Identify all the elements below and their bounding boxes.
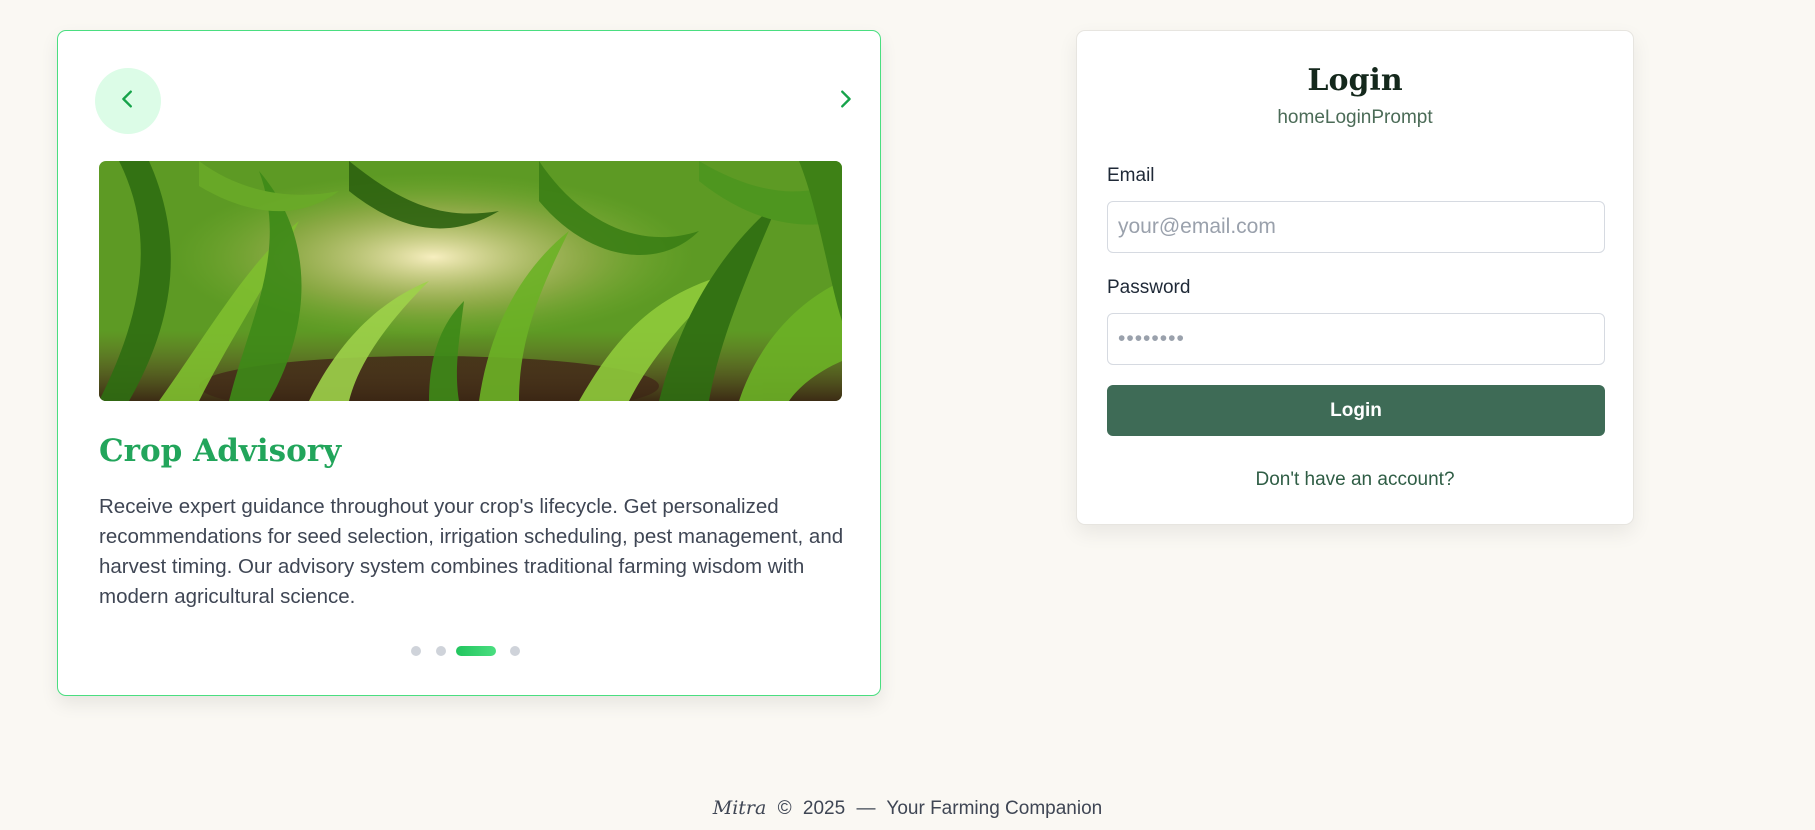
login-submit-button[interactable]: Login — [1107, 385, 1605, 436]
carousel-pagination — [411, 646, 520, 656]
chevron-right-icon — [834, 88, 856, 114]
footer: Mitra © 2025 — Your Farming Companion — [0, 797, 1815, 820]
footer-copyright-symbol: © — [777, 798, 792, 819]
carousel-prev-button[interactable] — [95, 68, 161, 134]
carousel-dot-1[interactable] — [411, 646, 421, 656]
password-label: Password — [1107, 277, 1191, 298]
carousel-dot-2[interactable] — [436, 646, 446, 656]
slide-title: Crop Advisory — [99, 433, 342, 469]
carousel-next-button[interactable] — [812, 68, 878, 134]
footer-brand: Mitra — [712, 797, 767, 819]
login-card: Login homeLoginPrompt Email Password Log… — [1076, 30, 1634, 525]
footer-tagline: Your Farming Companion — [886, 798, 1103, 819]
feature-carousel: Crop Advisory Receive expert guidance th… — [57, 30, 881, 696]
email-label: Email — [1107, 165, 1155, 186]
footer-dash: — — [856, 798, 876, 819]
password-input[interactable] — [1107, 313, 1605, 365]
signup-link[interactable]: Don't have an account? — [1077, 469, 1633, 491]
carousel-dot-3-active[interactable] — [456, 646, 496, 656]
carousel-dot-4[interactable] — [510, 646, 520, 656]
chevron-left-icon — [117, 88, 139, 114]
slide-description: Receive expert guidance throughout your … — [99, 495, 844, 608]
login-title: Login — [1307, 63, 1403, 98]
footer-year: 2025 — [802, 798, 846, 819]
slide-image-crop-field — [99, 161, 842, 401]
email-input[interactable] — [1107, 201, 1605, 253]
login-prompt: homeLoginPrompt — [1277, 107, 1433, 128]
